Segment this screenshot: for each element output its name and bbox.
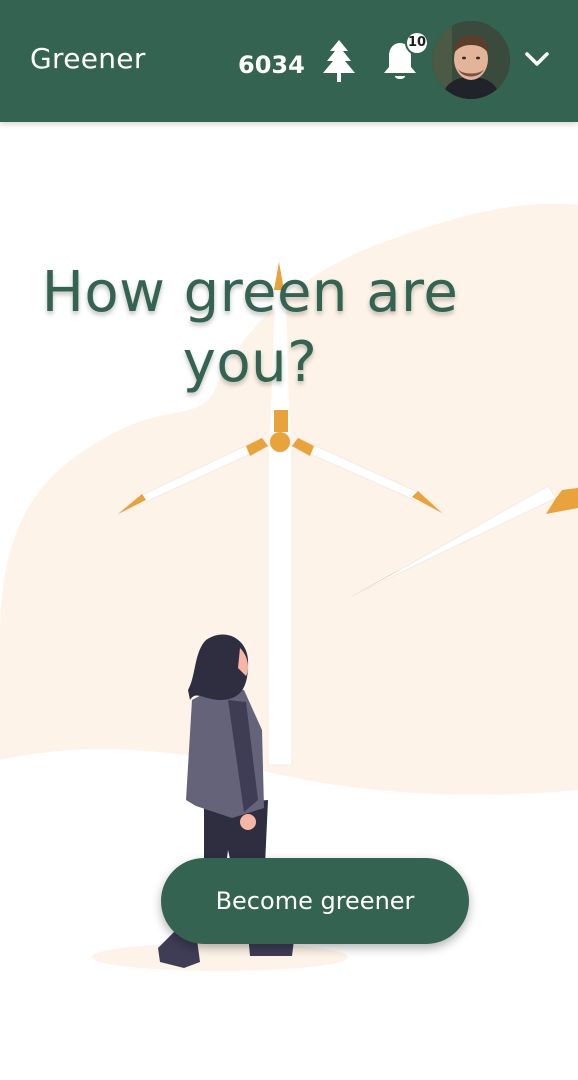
figure-shadow <box>92 943 348 971</box>
hero-title-line-2: you? <box>182 330 318 395</box>
app-screen: Greener 6034 10 How green are you? Becom… <box>0 0 578 1080</box>
become-greener-button[interactable]: Become greener <box>161 858 469 944</box>
hero-title: How green are you? <box>0 258 500 398</box>
brand-logo-text[interactable]: Greener <box>30 42 146 75</box>
tree-icon <box>323 40 355 82</box>
chevron-down-icon[interactable] <box>524 48 550 70</box>
avatar-portrait-icon <box>432 21 510 99</box>
hero-title-line-1: How green are <box>41 260 459 325</box>
app-header: Greener 6034 10 <box>0 0 578 122</box>
user-avatar[interactable] <box>432 21 510 99</box>
points-counter: 6034 <box>238 51 305 79</box>
notification-count-badge: 10 <box>407 33 427 53</box>
notifications-button[interactable]: 10 <box>381 33 427 85</box>
